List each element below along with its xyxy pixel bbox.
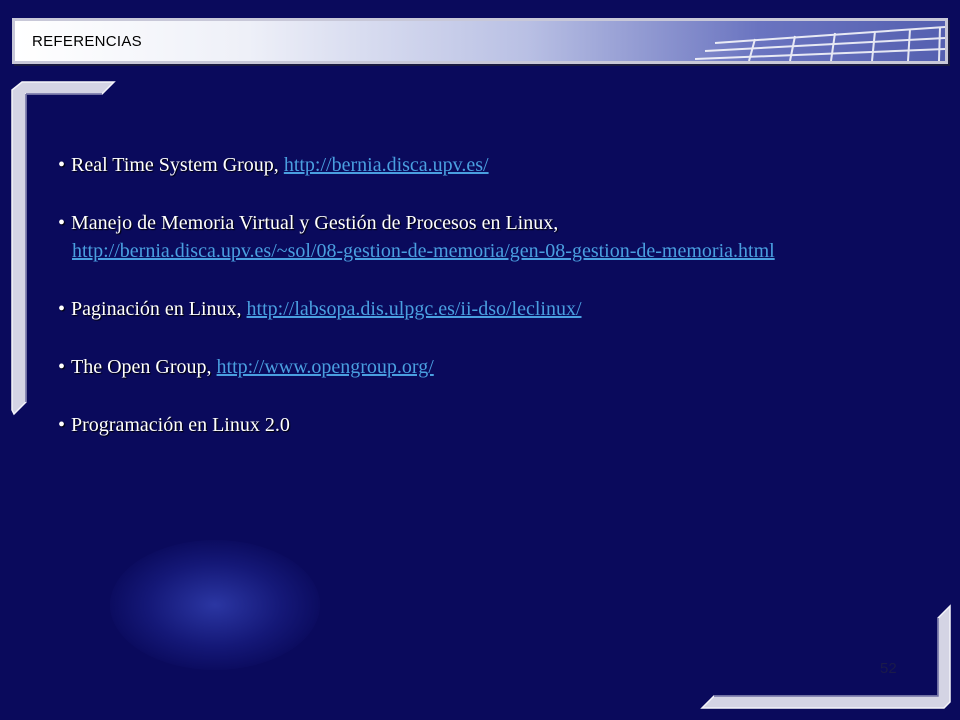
list-item: • Paginación en Linux, http://labsopa.dis… (58, 296, 938, 322)
list-item: • Real Time System Group, http://bernia.d… (58, 152, 938, 178)
slide-title: REFERENCIAS (32, 33, 142, 50)
list-item: • Manejo de Memoria Virtual y Gestión de … (58, 210, 938, 264)
reference-text: Paginación en Linux, (71, 298, 247, 320)
background-glow (110, 540, 320, 670)
reference-text: The Open Group, (71, 356, 217, 378)
reference-list: • Real Time System Group, http://bernia.d… (58, 152, 938, 438)
bullet: • (58, 298, 66, 320)
bullet: • (58, 356, 66, 378)
list-item: • The Open Group, http://www.opengroup.or… (58, 354, 938, 380)
reference-link[interactable]: http://bernia.disca.upv.es/~sol/08-gesti… (72, 238, 938, 264)
slide-header: REFERENCIAS (12, 18, 948, 64)
right-bracket-decoration (700, 604, 951, 709)
reference-link[interactable]: http://www.opengroup.org/ (217, 356, 434, 378)
bullet: • (58, 414, 66, 436)
grid-decoration (695, 26, 945, 61)
reference-text: Manejo de Memoria Virtual y Gestión de P… (71, 212, 559, 234)
bullet: • (58, 154, 66, 176)
page-number: 52 (880, 660, 897, 677)
reference-text: Real Time System Group, (71, 154, 284, 176)
reference-link[interactable]: http://labsopa.dis.ulpgc.es/ii-dso/lecli… (247, 298, 582, 320)
reference-text: Programación en Linux 2.0 (71, 414, 290, 436)
reference-link[interactable]: http://bernia.disca.upv.es/ (284, 154, 489, 176)
bullet: • (58, 212, 66, 234)
list-item: • Programación en Linux 2.0 (58, 412, 938, 438)
